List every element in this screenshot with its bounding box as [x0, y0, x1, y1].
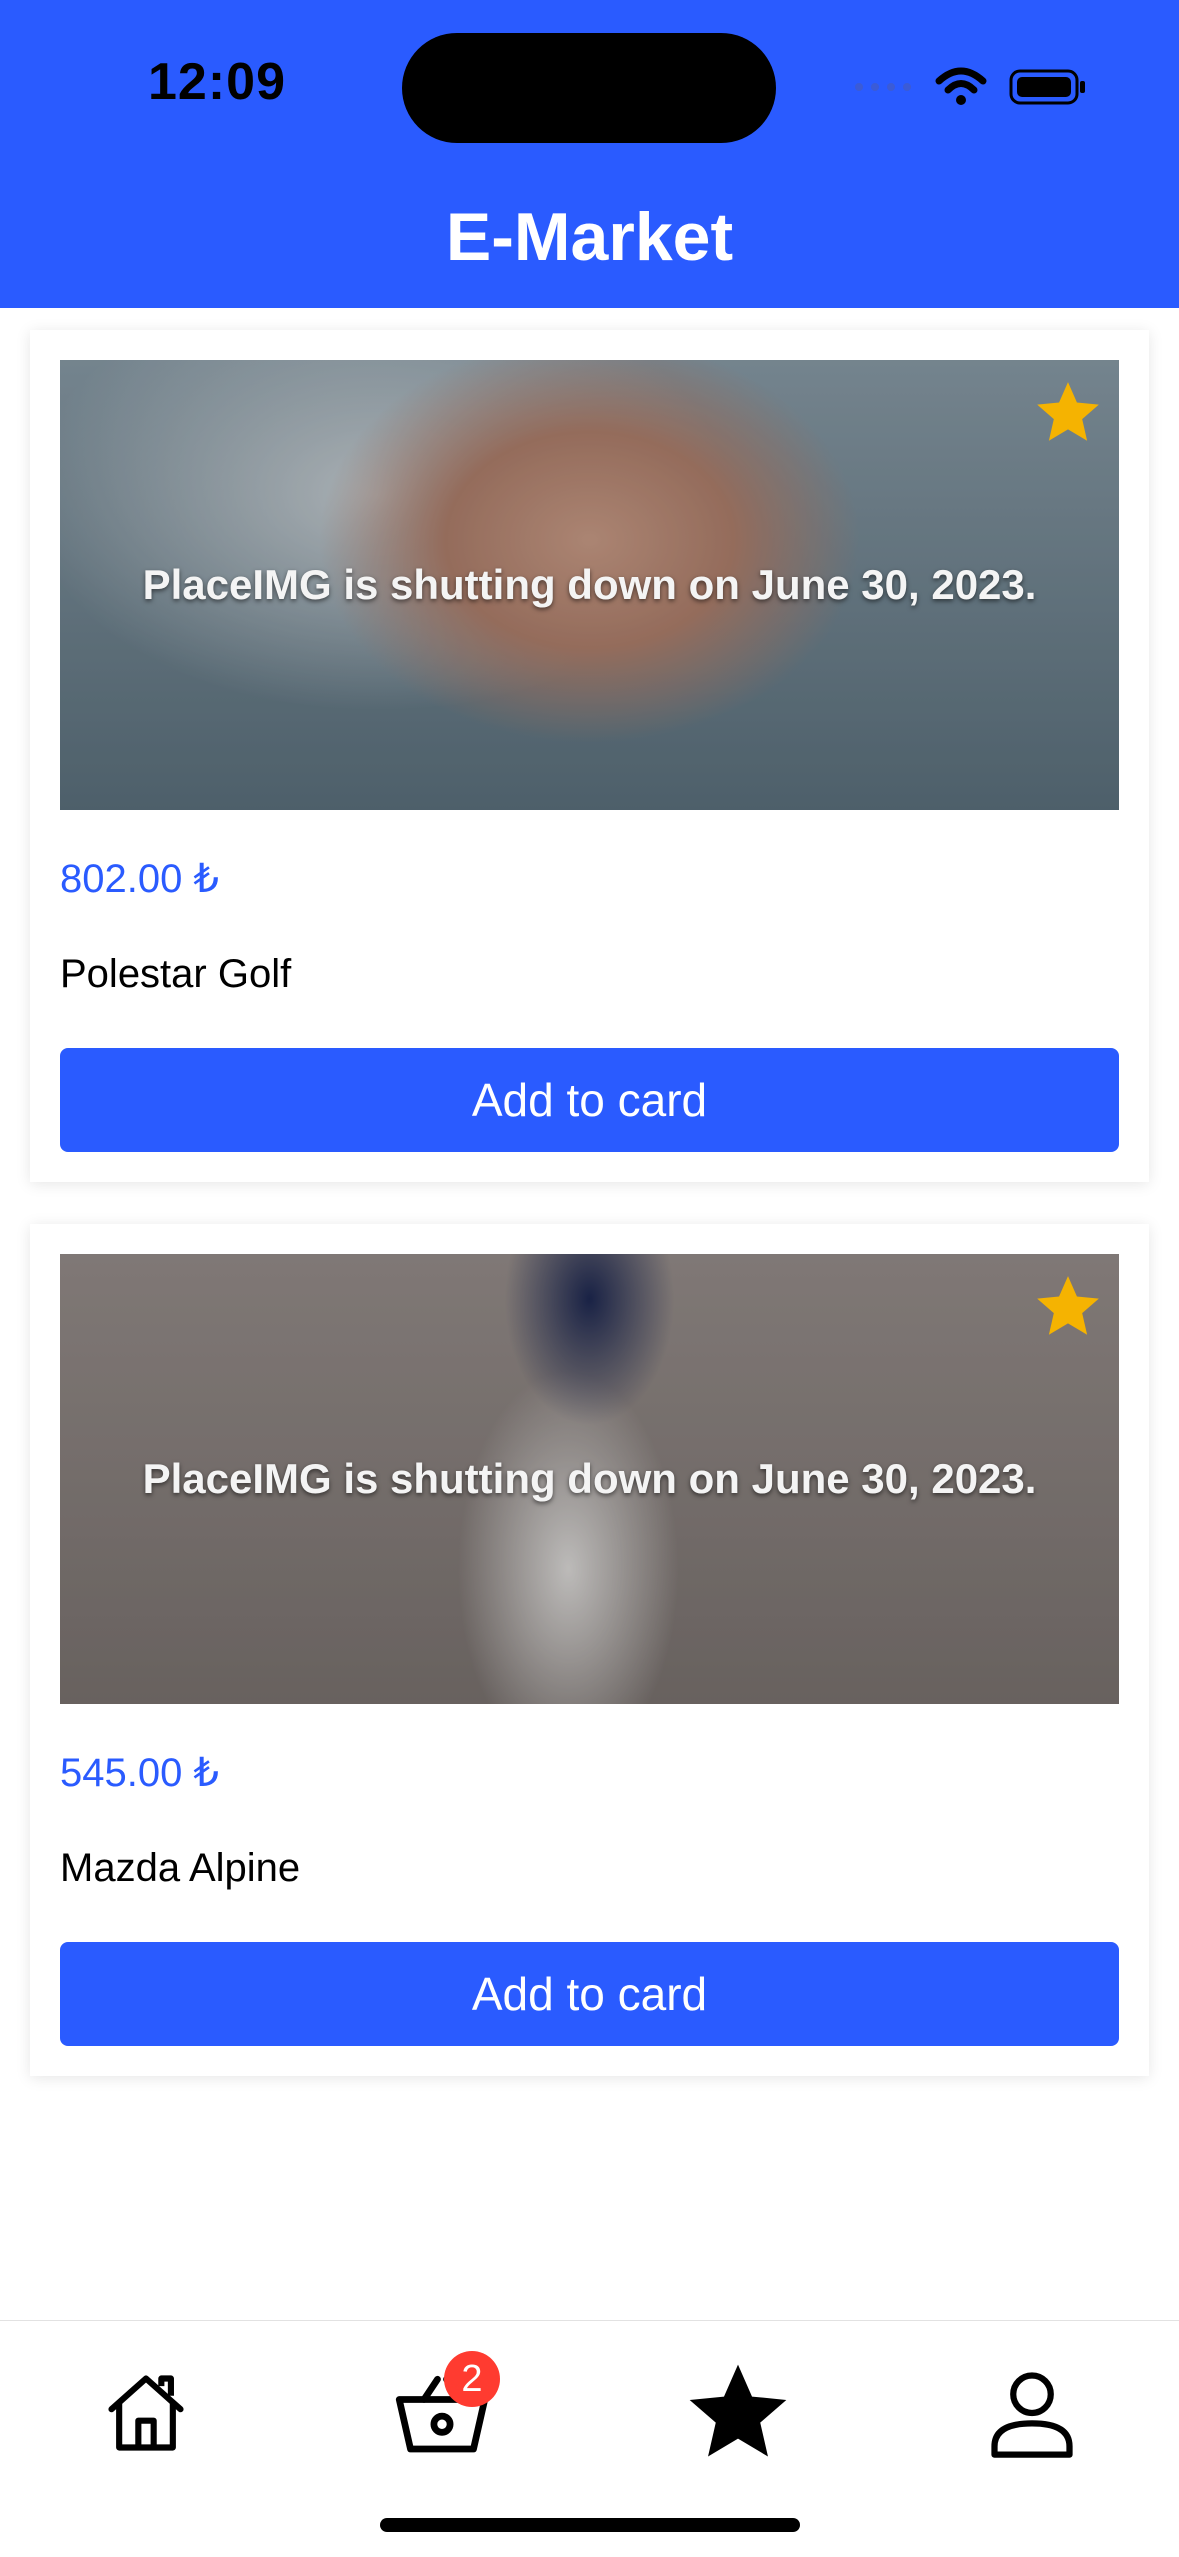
home-icon: [108, 2375, 184, 2451]
favorite-star-icon[interactable]: [1031, 1270, 1105, 1344]
star-icon: [689, 2364, 787, 2457]
cart-count-badge: 2: [444, 2351, 500, 2407]
status-icons: [853, 62, 1089, 112]
battery-icon: [1009, 69, 1085, 105]
dynamic-island: [402, 33, 776, 143]
app-header: 12:09 E-Market: [0, 0, 1179, 308]
product-card: PlaceIMG is shutting down on June 30, 20…: [30, 1224, 1149, 2076]
add-to-card-button[interactable]: Add to card: [60, 1942, 1119, 2046]
product-card: PlaceIMG is shutting down on June 30, 20…: [30, 330, 1149, 1182]
home-indicator: [380, 2518, 800, 2532]
tab-favorites[interactable]: [668, 2343, 808, 2483]
product-name: Mazda Alpine: [60, 1846, 301, 1890]
tab-basket[interactable]: 2: [372, 2343, 512, 2483]
wifi-icon: [935, 67, 987, 105]
product-image: PlaceIMG is shutting down on June 30, 20…: [60, 1254, 1119, 1704]
image-notice-text: PlaceIMG is shutting down on June 30, 20…: [142, 1455, 1037, 1502]
signal-icon: [855, 83, 911, 91]
product-image: PlaceIMG is shutting down on June 30, 20…: [60, 360, 1119, 810]
favorite-star-icon[interactable]: [1031, 376, 1105, 450]
user-icon: [991, 2372, 1073, 2458]
tab-home[interactable]: [76, 2343, 216, 2483]
image-notice-text: PlaceIMG is shutting down on June 30, 20…: [142, 561, 1037, 608]
product-name: Polestar Golf: [60, 952, 292, 996]
page-title: E-Market: [445, 199, 734, 275]
status-time: 12:09: [148, 53, 286, 111]
tab-profile[interactable]: [962, 2343, 1102, 2483]
add-to-card-button[interactable]: Add to card: [60, 1048, 1119, 1152]
product-price: 802.00 ₺: [60, 857, 219, 901]
product-price: 545.00 ₺: [60, 1751, 219, 1795]
